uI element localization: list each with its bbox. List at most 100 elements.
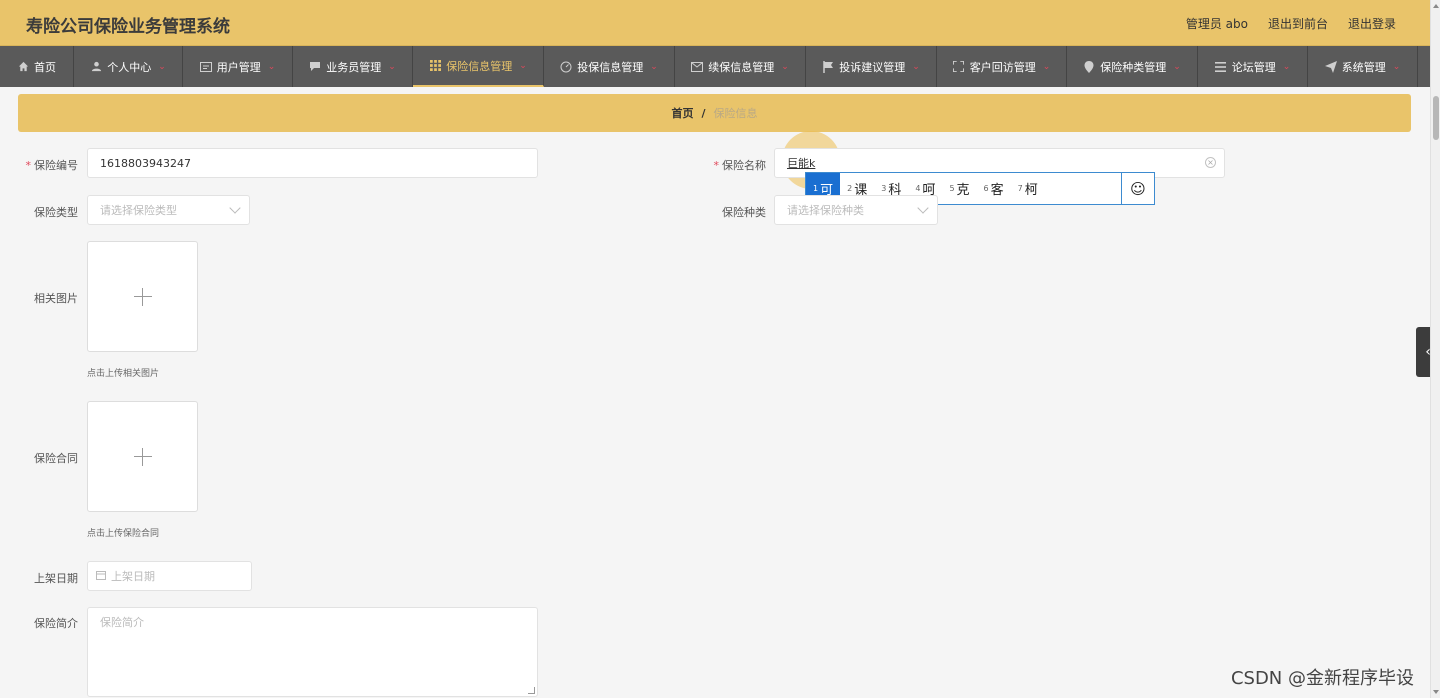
breadcrumb-current: 保险信息 [713, 107, 758, 120]
page: 寿险公司保险业务管理系统 管理员 abo 退出到前台 退出登录 首页 个人中心 … [0, 0, 1430, 698]
description-textarea[interactable]: 保险简介 [87, 607, 538, 697]
insurance-no-label: * 保险编号 [20, 157, 79, 173]
grid-icon [429, 60, 441, 72]
required-mark: * [713, 159, 720, 172]
nav-item-user-management[interactable]: 用户管理 ⌄ [183, 46, 293, 87]
nav-label: 投保信息管理 [577, 60, 644, 74]
watermark: CSDN @金新程序毕设 [1230, 668, 1414, 689]
chevron-down-icon: ⌄ [1173, 61, 1181, 72]
breadcrumb: 首页 / 保险信息 [18, 94, 1411, 132]
description-placeholder: 保险简介 [100, 616, 144, 629]
nav-label: 保险种类管理 [1100, 60, 1167, 74]
location-icon [1083, 60, 1095, 73]
send-icon [1324, 60, 1337, 73]
insurance-name-label: * 保险名称 [705, 157, 767, 173]
related-images-label: 相关图片 [34, 292, 78, 305]
home-icon [17, 61, 29, 73]
nav-item-application-info[interactable]: 投保信息管理 ⌄ [544, 46, 675, 87]
insurance-no-value: 1618803943247 [100, 156, 191, 170]
contract-hint: 点击上传保险合同 [87, 529, 160, 539]
nav-item-personal-center[interactable]: 个人中心 ⌄ [74, 46, 183, 87]
insurance-type-label: 保险类型 [34, 206, 78, 219]
chevron-down-icon: ⌄ [1392, 61, 1401, 72]
scroll-thumb[interactable] [1433, 96, 1439, 140]
required-mark: * [25, 159, 32, 172]
nav-item-complaints[interactable]: 投诉建议管理 ⌄ [806, 46, 937, 87]
fullscreen-icon [953, 61, 965, 73]
contract-label: 保险合同 [34, 452, 78, 465]
nav-label: 业务员管理 [326, 60, 382, 74]
nav-label: 用户管理 [216, 60, 261, 74]
mail-icon [691, 61, 704, 73]
back-to-front-link[interactable]: 退出到前台 [1268, 15, 1328, 32]
chevron-down-icon: ⌄ [650, 61, 658, 72]
listing-date-input[interactable]: 上架日期 [87, 561, 252, 591]
plus-icon [133, 287, 152, 306]
scroll-down-icon[interactable] [1433, 690, 1439, 694]
nav-item-insurance-kinds[interactable]: 保险种类管理 ⌄ [1067, 46, 1198, 87]
nav-item-agent-management[interactable]: 业务员管理 ⌄ [293, 46, 413, 87]
emoji-icon[interactable]: ☺ [1121, 173, 1154, 204]
insurance-type-placeholder: 请选择保险类型 [100, 204, 177, 217]
chevron-down-icon: ⌄ [1042, 61, 1051, 72]
menu-icon [1215, 61, 1227, 73]
gauge-icon [560, 61, 572, 73]
ime-candidate[interactable]: 7柯 [1011, 173, 1045, 204]
plus-icon [133, 447, 152, 466]
listing-date-label: 上架日期 [34, 572, 78, 585]
nav-label: 首页 [34, 60, 56, 74]
insurance-type-select[interactable]: 请选择保险类型 [87, 195, 250, 225]
nav-item-home[interactable]: 首页 [0, 46, 74, 87]
resize-handle[interactable] [528, 687, 535, 694]
insurance-kind-select[interactable]: 请选择保险种类 [774, 195, 938, 225]
user-icon [90, 61, 102, 73]
nav-item-customer-visits[interactable]: 客户回访管理 ⌄ [937, 46, 1067, 87]
nav-item-forum[interactable]: 论坛管理 ⌄ [1198, 46, 1308, 87]
chevron-down-icon: ⌄ [158, 61, 166, 72]
chevron-down-icon [917, 202, 929, 214]
related-images-hint: 点击上传相关图片 [87, 369, 160, 379]
chevron-down-icon: ⌄ [912, 61, 920, 72]
nav-label: 投诉建议管理 [839, 60, 906, 74]
main-nav: 首页 个人中心 ⌄ 用户管理 ⌄ 业务员管理 ⌄ 保险信息管理 ⌄ 投保信息管理… [0, 46, 1430, 87]
insurance-name-label-text: 保险名称 [722, 159, 766, 172]
listing-date-placeholder: 上架日期 [111, 570, 155, 583]
insurance-no-input[interactable]: 1618803943247 [87, 148, 538, 178]
breadcrumb-separator: / [701, 106, 706, 120]
chevron-down-icon: ⌄ [1282, 61, 1291, 72]
page-scrollbar[interactable] [1430, 0, 1440, 698]
nav-label: 保险信息管理 [446, 59, 513, 73]
nav-label: 客户回访管理 [969, 60, 1036, 74]
insurance-kind-label: 保险种类 [722, 206, 766, 219]
logout-link[interactable]: 退出登录 [1348, 15, 1396, 32]
chevron-down-icon: ⌄ [267, 61, 276, 72]
chevron-down-icon: ⌄ [388, 61, 396, 72]
chevron-down-icon: ⌄ [519, 60, 527, 71]
description-label: 保险简介 [34, 617, 78, 630]
id-card-icon [199, 61, 212, 73]
scroll-up-icon[interactable] [1433, 4, 1439, 8]
app-title: 寿险公司保险业务管理系统 [26, 17, 230, 37]
top-header: 寿险公司保险业务管理系统 管理员 abo 退出到前台 退出登录 [0, 0, 1430, 46]
flag-icon [822, 60, 834, 73]
admin-label[interactable]: 管理员 abo [1186, 15, 1248, 32]
contract-upload[interactable] [87, 401, 198, 512]
related-images-upload[interactable] [87, 241, 198, 352]
nav-label: 论坛管理 [1231, 60, 1276, 74]
nav-item-insurance-info[interactable]: 保险信息管理 ⌄ [413, 46, 544, 87]
chat-icon [309, 61, 321, 73]
nav-label: 系统管理 [1341, 60, 1386, 74]
calendar-icon [96, 570, 106, 583]
ime-candidate[interactable]: 6客 [977, 173, 1011, 204]
nav-label: 个人中心 [107, 60, 152, 74]
insurance-no-label-text: 保险编号 [34, 159, 78, 172]
chevron-down-icon: ⌄ [781, 61, 789, 72]
clear-icon[interactable]: × [1205, 157, 1216, 168]
insurance-kind-placeholder: 请选择保险种类 [787, 204, 864, 217]
insurance-name-value: 巨能k [787, 157, 816, 170]
nav-item-system[interactable]: 系统管理 ⌄ [1308, 46, 1418, 87]
header-actions: 管理员 abo 退出到前台 退出登录 [1186, 15, 1396, 32]
ime-candidate[interactable]: 5克 [942, 173, 976, 204]
nav-item-renewal-info[interactable]: 续保信息管理 ⌄ [675, 46, 806, 87]
breadcrumb-home[interactable]: 首页 [671, 105, 693, 121]
